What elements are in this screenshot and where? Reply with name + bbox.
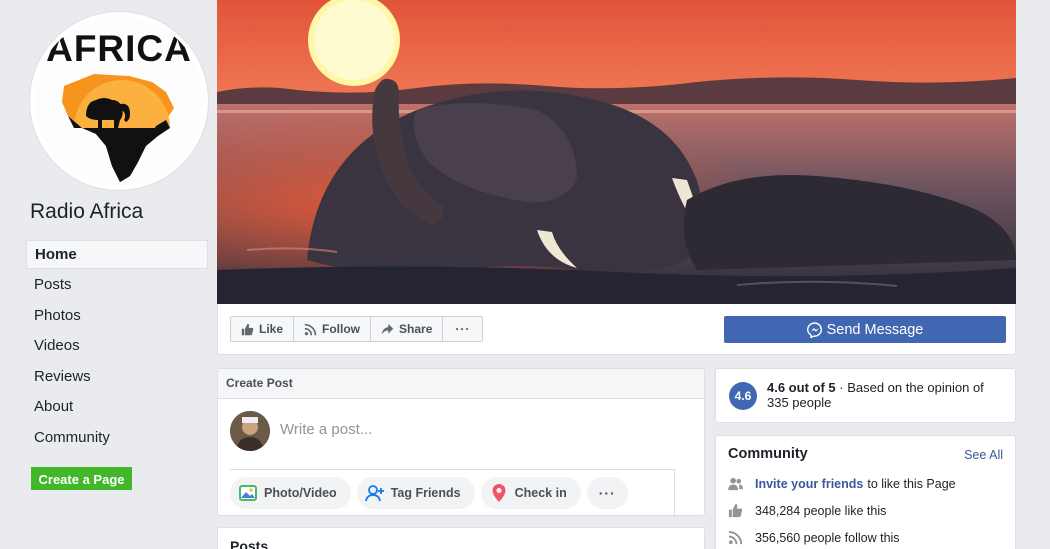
rating-badge: 4.6 bbox=[729, 382, 757, 410]
cover-photo[interactable] bbox=[217, 0, 1016, 304]
more-actions-button[interactable]: ··· bbox=[443, 317, 482, 341]
nav-item-home[interactable]: Home bbox=[26, 240, 208, 269]
tag-friends-button[interactable]: Tag Friends bbox=[356, 477, 475, 509]
share-arrow-icon bbox=[381, 323, 394, 334]
people-icon bbox=[728, 477, 743, 491]
page-action-buttons: Like Follow Share ··· bbox=[230, 316, 484, 342]
page-title: Radio Africa bbox=[30, 200, 144, 223]
nav-item-community[interactable]: Community bbox=[26, 423, 208, 454]
invite-friends-row: Invite your friends to like this Page bbox=[728, 476, 956, 491]
share-button[interactable]: Share bbox=[371, 317, 444, 341]
rating-summary: 4.6 4.6 out of 5 · Based on the opinion … bbox=[715, 368, 1016, 423]
follows-row: 356,560 people follow this bbox=[728, 530, 900, 545]
rating-text: 4.6 out of 5 · Based on the opinion of 3… bbox=[767, 380, 1002, 410]
rss-icon bbox=[728, 530, 743, 545]
page-profile-picture[interactable]: AFRICA bbox=[30, 12, 208, 190]
thumbs-up-icon bbox=[728, 503, 743, 518]
thumbs-up-icon bbox=[241, 323, 254, 335]
posts-section: Posts bbox=[217, 527, 705, 549]
create-post-actions: Photo/Video Tag Friends Check in ··· bbox=[230, 477, 628, 509]
send-message-button[interactable]: Send Message bbox=[724, 316, 1006, 343]
share-label: Share bbox=[399, 322, 433, 336]
user-avatar bbox=[230, 411, 270, 451]
tag-friends-label: Tag Friends bbox=[390, 486, 461, 500]
follows-count-text: 356,560 people follow this bbox=[755, 530, 900, 545]
like-button[interactable]: Like bbox=[231, 317, 295, 341]
create-post-vertical-divider bbox=[674, 469, 675, 517]
more-post-options-button[interactable]: ··· bbox=[586, 477, 628, 509]
create-page-button[interactable]: Create a Page bbox=[31, 467, 132, 490]
radio-africa-logo: AFRICA bbox=[34, 16, 204, 186]
community-section: Community See All Invite your friends to… bbox=[715, 435, 1016, 549]
see-all-link[interactable]: See All bbox=[964, 448, 1003, 462]
check-in-label: Check in bbox=[514, 486, 567, 500]
posts-title: Posts bbox=[230, 538, 269, 549]
follow-label: Follow bbox=[322, 322, 361, 336]
tag-friends-icon bbox=[364, 485, 384, 502]
photo-video-label: Photo/Video bbox=[264, 486, 337, 500]
messenger-icon bbox=[806, 321, 822, 338]
rss-icon bbox=[304, 323, 317, 335]
create-post-box: Create Post Write a post... Photo/Video … bbox=[217, 368, 705, 517]
follow-button[interactable]: Follow bbox=[294, 317, 372, 341]
create-post-divider bbox=[230, 469, 674, 470]
like-label: Like bbox=[259, 322, 284, 336]
likes-count-text: 348,284 people like this bbox=[755, 503, 887, 518]
check-in-button[interactable]: Check in bbox=[480, 477, 581, 509]
nav-item-reviews[interactable]: Reviews bbox=[26, 362, 208, 393]
rating-separator: · bbox=[835, 380, 848, 395]
invite-friends-link[interactable]: Invite your friends bbox=[755, 477, 863, 491]
create-post-header: Create Post bbox=[218, 369, 704, 399]
photo-video-button[interactable]: Photo/Video bbox=[230, 477, 351, 509]
invite-friends-rest: to like this Page bbox=[867, 476, 956, 491]
nav-item-posts[interactable]: Posts bbox=[26, 270, 208, 301]
location-pin-icon bbox=[492, 484, 506, 502]
likes-row: 348,284 people like this bbox=[728, 503, 886, 518]
community-title: Community bbox=[728, 446, 808, 462]
rating-score: 4.6 out of 5 bbox=[767, 380, 836, 395]
photo-icon bbox=[239, 485, 257, 501]
send-message-label: Send Message bbox=[826, 321, 924, 338]
write-post-input[interactable]: Write a post... bbox=[280, 421, 372, 438]
logo-text: AFRICA bbox=[46, 28, 192, 69]
nav-item-about[interactable]: About bbox=[26, 392, 208, 423]
page-action-bar: Like Follow Share ··· Send Message bbox=[217, 304, 1016, 355]
nav-item-videos[interactable]: Videos bbox=[26, 331, 208, 362]
nav-item-photos[interactable]: Photos bbox=[26, 301, 208, 332]
page-nav: Home Posts Photos Videos Reviews About C… bbox=[26, 240, 208, 453]
